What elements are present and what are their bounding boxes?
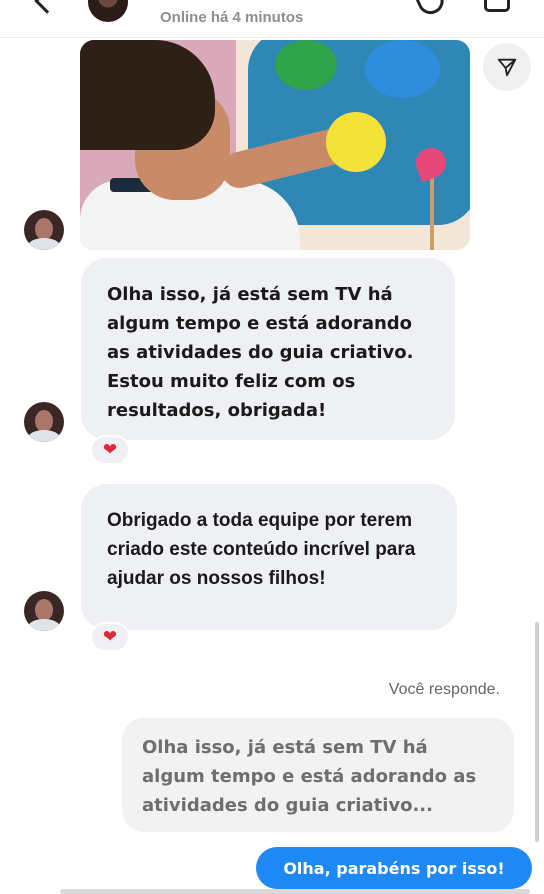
photo-boy-hair [80,40,215,150]
received-message[interactable]: Olha isso, já está sem TV há algum tempo… [81,258,455,440]
heart-icon: ❤ [102,440,118,459]
heart-icon: ❤ [102,627,118,646]
chevron-left-icon[interactable] [34,0,60,14]
chat-header: Online há 4 minutos [0,0,544,38]
reply-label: Você responde. [388,681,500,698]
scrollbar[interactable] [535,622,539,842]
sender-avatar[interactable] [24,591,64,631]
video-camera-icon[interactable] [484,0,510,12]
sender-avatar[interactable] [24,402,64,442]
share-button[interactable] [483,43,531,91]
contact-avatar[interactable] [88,0,128,22]
shared-photo[interactable] [80,40,470,250]
online-status: Online há 4 minutos [160,9,304,26]
home-indicator [60,889,530,894]
photo-yellow-ball [326,112,386,172]
send-icon [497,58,517,77]
photo-flower-stem [430,175,434,250]
sender-avatar[interactable] [24,210,64,250]
photo-green-ball [275,40,337,90]
heart-reaction[interactable]: ❤ [90,435,130,465]
heart-reaction[interactable]: ❤ [90,622,130,652]
received-message[interactable]: Obrigado a toda equipe por terem criado … [81,484,457,630]
photo-blue-ball [365,40,440,98]
phone-icon[interactable] [414,0,448,19]
sent-message[interactable]: Olha, parabéns por isso! [256,847,532,889]
quoted-message[interactable]: Olha isso, já está sem TV há algum tempo… [122,718,514,832]
